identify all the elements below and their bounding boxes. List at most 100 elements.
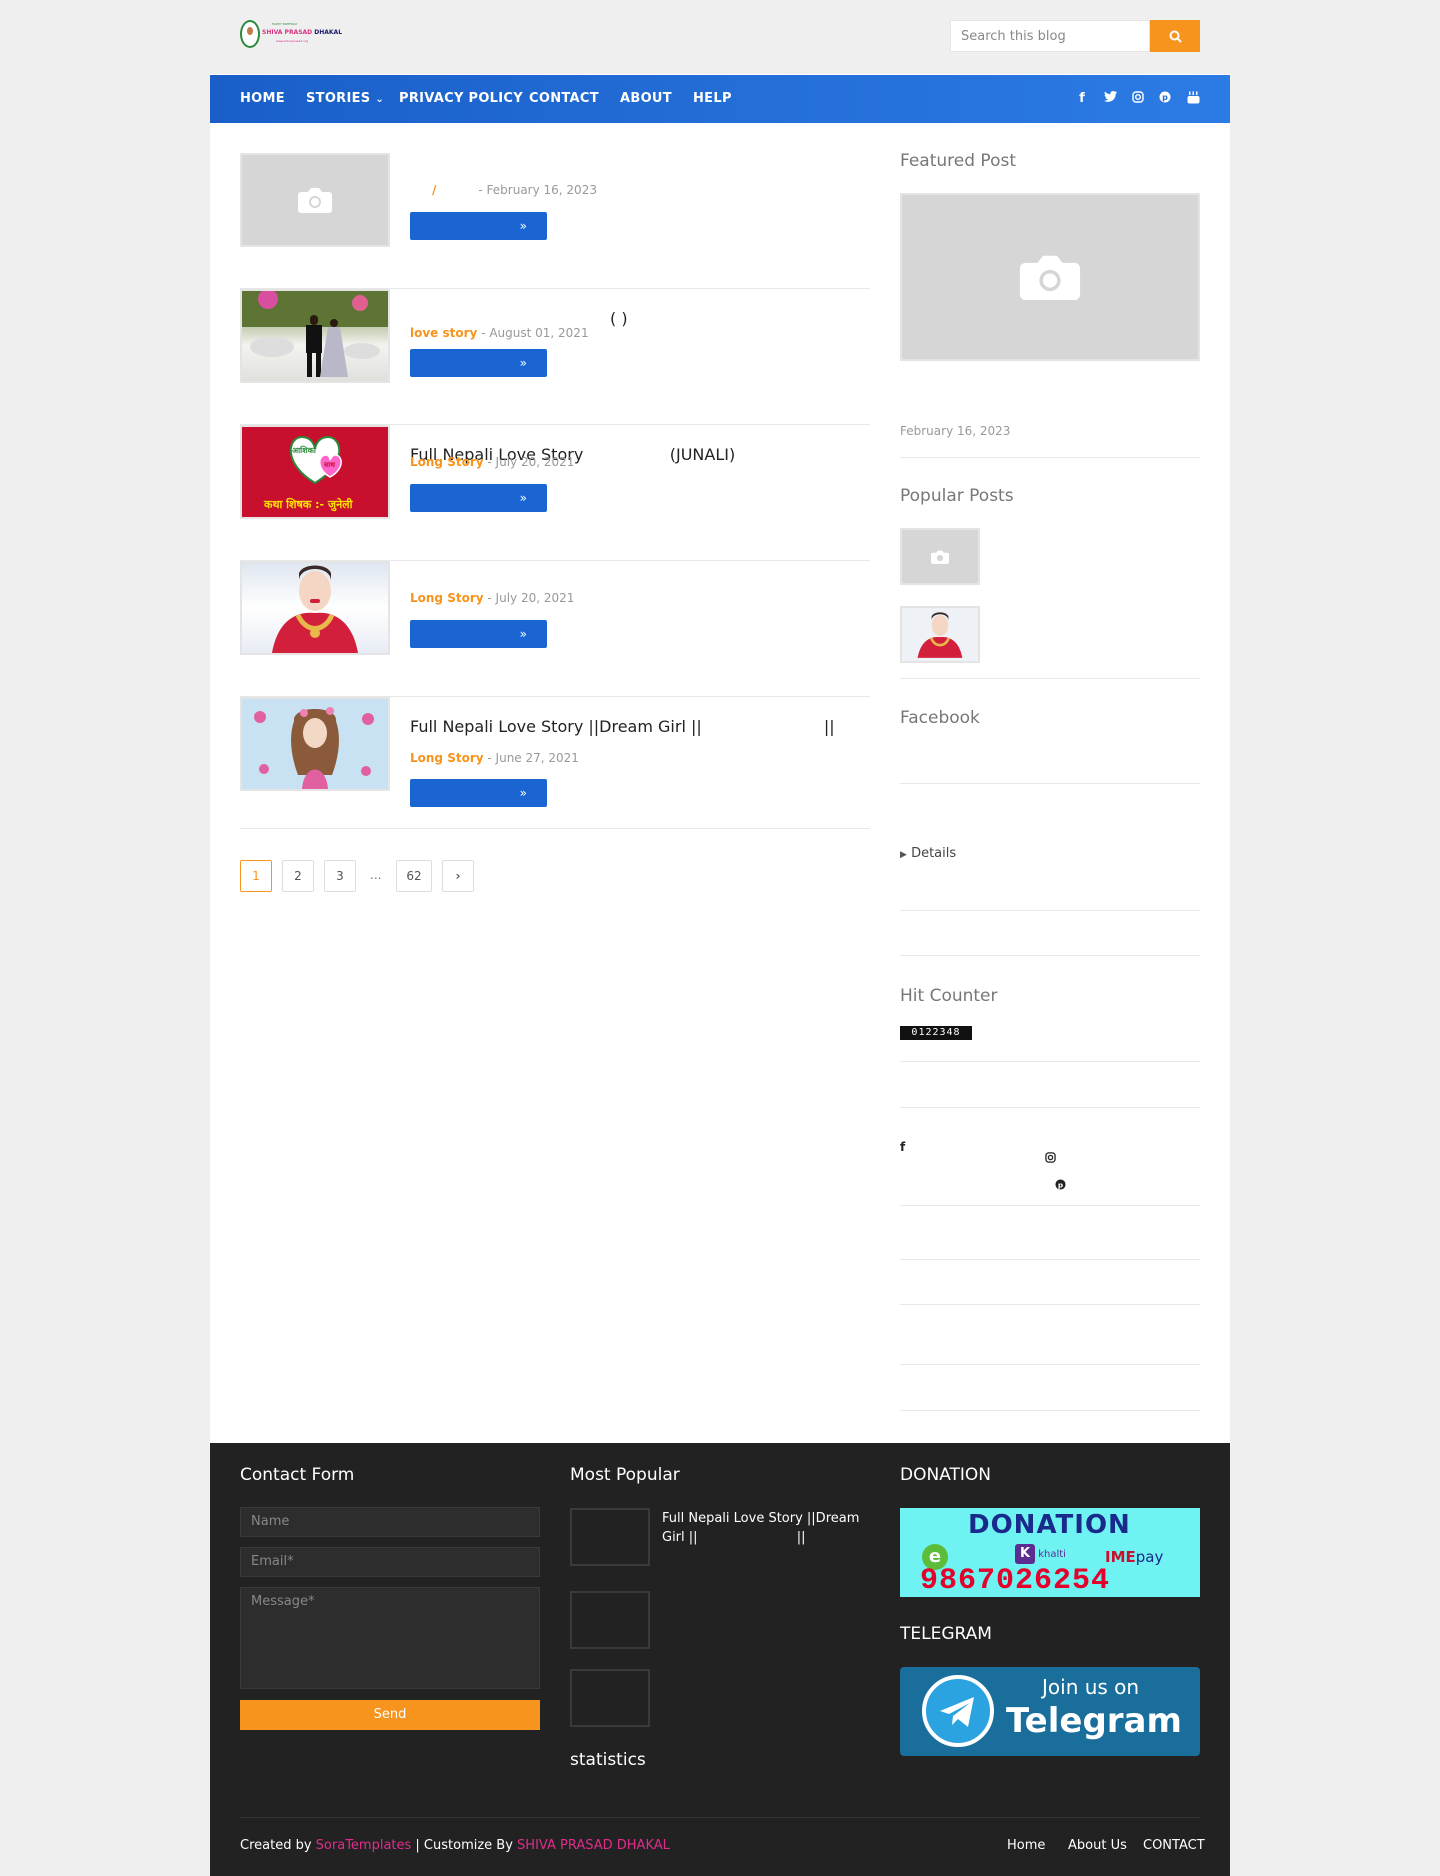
post-thumbnail[interactable]: आशिका साथ कथा शिषक :- जुनेली xyxy=(240,425,390,519)
logo-name: SHIVA PRASAD DHAKAL xyxy=(262,29,343,36)
search-input[interactable]: Search this blog xyxy=(950,20,1150,52)
footer-link-contact[interactable]: CONTACT xyxy=(1143,1838,1205,1853)
divider xyxy=(900,783,1200,784)
nav-privacy-policy[interactable]: PRIVACY POLICY xyxy=(399,75,523,123)
divider xyxy=(900,678,1200,679)
page-2[interactable]: 2 xyxy=(282,860,314,892)
main-nav: HOME STORIES ⌄ PRIVACY POLICY CONTACT AB… xyxy=(210,75,1230,123)
divider xyxy=(900,910,1200,911)
read-more-button[interactable]: » xyxy=(410,620,547,648)
chevron-right-icon: › xyxy=(455,869,461,883)
thumb-text: साथ xyxy=(324,461,336,469)
author-link[interactable]: SHIVA PRASAD DHAKAL xyxy=(517,1838,670,1853)
footer-link-about[interactable]: About Us xyxy=(1068,1838,1127,1853)
donation-title: DONATION xyxy=(900,1465,991,1485)
post-meta: Long Story - July 20, 2021 xyxy=(410,591,574,605)
thumb-text: आशिका xyxy=(292,446,316,455)
post-thumbnail[interactable] xyxy=(240,153,390,247)
featured-post-title: Featured Post xyxy=(900,151,1017,171)
instagram-icon[interactable] xyxy=(1130,91,1146,107)
post-title[interactable]: ( ) xyxy=(610,309,628,328)
name-field[interactable]: Name xyxy=(240,1507,540,1537)
divider xyxy=(900,1107,1200,1108)
divider xyxy=(900,1205,1200,1206)
facebook-icon[interactable]: f xyxy=(1074,91,1090,107)
logo-tagline: HAPPY BIRTHDAY xyxy=(272,22,298,26)
twitter-icon[interactable] xyxy=(1102,91,1118,107)
featured-post-image[interactable] xyxy=(900,193,1200,361)
post-meta: Long Story - July 20, 2021 xyxy=(410,455,574,469)
post-thumbnail[interactable] xyxy=(240,289,390,383)
page-3[interactable]: 3 xyxy=(324,860,356,892)
post-title[interactable]: Full Nepali Love Story ||Dream Girl || |… xyxy=(410,717,835,736)
post-meta: Long Story - June 27, 2021 xyxy=(410,751,579,765)
post-label[interactable]: Long Story xyxy=(410,591,484,605)
divider xyxy=(900,1259,1200,1260)
post-label[interactable]: love story xyxy=(410,326,477,340)
post-thumbnail[interactable] xyxy=(240,561,390,655)
logo-avatar xyxy=(240,20,260,48)
page-1[interactable]: 1 xyxy=(240,860,272,892)
popular-post-thumb[interactable] xyxy=(900,528,980,585)
divider xyxy=(900,1061,1200,1062)
nav-contact[interactable]: CONTACT xyxy=(529,75,599,123)
most-popular-item-title[interactable]: Full Nepali Love Story ||Dream Girl || |… xyxy=(662,1509,862,1547)
telegram-title: TELEGRAM xyxy=(900,1624,992,1644)
email-field[interactable]: Email* xyxy=(240,1547,540,1577)
hit-counter-title: Hit Counter xyxy=(900,986,998,1006)
telegram-icon xyxy=(922,1675,994,1747)
details-toggle[interactable]: ▶ Details xyxy=(900,846,956,861)
footer-link-home[interactable]: Home xyxy=(1007,1838,1045,1853)
nav-about[interactable]: ABOUT xyxy=(620,75,672,123)
most-popular-thumb[interactable] xyxy=(570,1591,650,1649)
pinterest-icon[interactable]: p xyxy=(1157,91,1173,107)
thumb-text: कथा शिषक :- जुनेली xyxy=(264,498,353,511)
nav-stories[interactable]: STORIES ⌄ xyxy=(306,75,384,123)
facebook-icon[interactable]: f xyxy=(900,1140,905,1154)
post-date: - February 16, 2023 xyxy=(478,183,597,197)
most-popular-thumb[interactable] xyxy=(570,1669,650,1727)
post-date: - July 20, 2021 xyxy=(487,591,575,605)
most-popular-thumb[interactable] xyxy=(570,1508,650,1566)
page-last[interactable]: 62 xyxy=(396,860,432,892)
camera-icon xyxy=(1019,255,1081,300)
read-more-button[interactable]: » xyxy=(410,779,547,807)
read-more-button[interactable]: » xyxy=(410,349,547,377)
nav-help[interactable]: HELP xyxy=(693,75,732,123)
site-logo[interactable]: HAPPY BIRTHDAY SHIVA PRASAD DHAKAL www.s… xyxy=(240,18,342,50)
instagram-icon[interactable] xyxy=(1045,1148,1056,1167)
telegram-line2: Telegram xyxy=(1006,1701,1182,1741)
send-button[interactable]: Send xyxy=(240,1700,540,1730)
page-next[interactable]: › xyxy=(442,860,474,892)
post-label[interactable]: Long Story xyxy=(410,751,484,765)
youtube-icon[interactable] xyxy=(1185,91,1201,107)
read-more-button[interactable]: » xyxy=(410,212,547,240)
message-field[interactable]: Message* xyxy=(240,1587,540,1689)
divider xyxy=(900,955,1200,956)
post-date: - July 20, 2021 xyxy=(487,455,575,469)
post-label[interactable]: / xyxy=(432,183,436,197)
post-item: / - February 16, 2023 » xyxy=(240,153,870,289)
post-thumbnail[interactable] xyxy=(240,697,390,791)
soratemplates-link[interactable]: SoraTemplates xyxy=(316,1838,412,1853)
logo-url: www.shivaprasad.org xyxy=(276,39,309,43)
telegram-line1: Join us on xyxy=(1042,1675,1140,1699)
donation-banner[interactable]: DONATION e K khalti IMEpay 9867026254 xyxy=(900,1508,1200,1597)
post-item: आशिका साथ कथा शिषक :- जुनेली Full Nepali… xyxy=(240,425,870,561)
post-label[interactable]: Long Story xyxy=(410,455,484,469)
post-item: Long Story - July 20, 2021 » xyxy=(240,561,870,697)
post-meta: love story - August 01, 2021 xyxy=(410,326,589,340)
page-ellipsis: ... xyxy=(370,868,382,882)
read-more-button[interactable]: » xyxy=(410,484,547,512)
popular-post-thumb[interactable] xyxy=(900,606,980,663)
page-wrapper: HAPPY BIRTHDAY SHIVA PRASAD DHAKAL www.s… xyxy=(210,0,1230,1876)
statistics-title: statistics xyxy=(570,1750,646,1770)
nav-home[interactable]: HOME xyxy=(240,75,285,123)
divider xyxy=(900,1364,1200,1365)
triangle-right-icon: ▶ xyxy=(900,850,907,860)
search-button[interactable] xyxy=(1150,20,1200,52)
divider xyxy=(900,1410,1200,1411)
pinterest-icon[interactable]: p xyxy=(1055,1175,1066,1194)
telegram-banner[interactable]: Join us on Telegram xyxy=(900,1667,1200,1756)
search-icon xyxy=(1169,30,1182,43)
